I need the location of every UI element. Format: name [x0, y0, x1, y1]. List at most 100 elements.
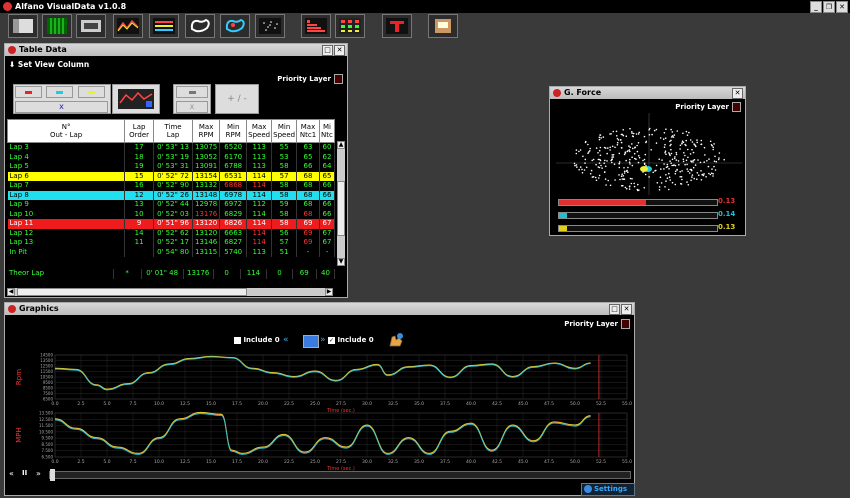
- table-view-icon[interactable]: [8, 14, 38, 38]
- plus-minus-button[interactable]: + / -: [215, 84, 259, 114]
- table-data-titlebar[interactable]: Table Data □ ✕: [5, 44, 347, 56]
- x-tick-label: 22.5: [284, 401, 294, 407]
- gforce-point: [578, 168, 580, 171]
- column-header[interactable]: Max Speed: [246, 119, 273, 143]
- close-button[interactable]: ✕: [334, 45, 345, 56]
- rewind-button[interactable]: «: [9, 469, 14, 478]
- table-row[interactable]: Lap 13 11 0' 52" 17 13146 6827 114 57 69 67: [7, 238, 336, 248]
- scroll-thumb[interactable]: [337, 181, 345, 236]
- gforce-point: [637, 189, 639, 192]
- table-row[interactable]: Lap 9 13 0' 52" 44 12978 6972 112 59 68 66: [7, 200, 336, 210]
- teleport-icon[interactable]: [382, 14, 412, 38]
- column-header[interactable]: Mi Ntc: [318, 119, 336, 143]
- column-header[interactable]: Min Speed: [271, 119, 298, 143]
- close-button[interactable]: ✕: [732, 88, 743, 99]
- matrix-icon[interactable]: [335, 14, 365, 38]
- include0-right[interactable]: ✓ Include 0: [328, 336, 374, 344]
- compare-icon[interactable]: [149, 14, 179, 38]
- maximize-button[interactable]: □: [609, 304, 620, 315]
- table-cell: 15: [124, 171, 155, 181]
- gforce-point: [631, 156, 633, 158]
- playback-thumb[interactable]: [50, 469, 55, 481]
- x-tick-label: 45.0: [518, 401, 528, 407]
- clear-gray-button[interactable]: x: [176, 101, 208, 113]
- scroll-right-icon[interactable]: ▶: [325, 288, 333, 296]
- priority-checkbox[interactable]: [732, 102, 741, 112]
- table-row[interactable]: Lap 6 15 0' 52" 72 13154 6531 114 57 68 65: [7, 171, 336, 181]
- column-header[interactable]: Lap Order: [124, 119, 155, 143]
- gray-layer-button[interactable]: [176, 86, 208, 98]
- priority-layer[interactable]: Priority Layer: [277, 74, 343, 84]
- horizontal-scrollbar[interactable]: ◀ ▶: [7, 288, 333, 296]
- table-row[interactable]: Lap 8 12 0' 52" 26 13148 6978 114 58 68 66: [7, 190, 336, 200]
- gforce-point: [683, 152, 685, 154]
- table-cell: 60: [319, 142, 336, 153]
- gforce-point: [628, 185, 631, 188]
- column-header[interactable]: Max RPM: [191, 119, 221, 143]
- yellow-layer-button[interactable]: [78, 86, 105, 98]
- priority-layer[interactable]: Priority Layer: [564, 319, 630, 329]
- chart-view-button[interactable]: [112, 84, 160, 114]
- close-button[interactable]: ✕: [836, 1, 848, 13]
- prev-arrow[interactable]: «: [283, 335, 289, 345]
- export-icon[interactable]: [428, 14, 458, 38]
- laps-icon[interactable]: [76, 14, 106, 38]
- gforce-titlebar[interactable]: G. Force ✕: [550, 87, 745, 99]
- close-button[interactable]: ✕: [621, 304, 632, 315]
- column-header[interactable]: Time Lap: [153, 119, 193, 143]
- minimize-button[interactable]: _: [810, 1, 822, 13]
- scroll-left-icon[interactable]: ◀: [7, 288, 15, 296]
- theor-lap[interactable]: Theor Lap * 0' 01" 48 13176 0 114 0 69 40: [7, 269, 336, 279]
- settings-button[interactable]: Settings: [581, 483, 635, 496]
- include0-right-checkbox[interactable]: ✓: [328, 336, 335, 344]
- gforce-point: [705, 176, 707, 178]
- red-layer-button[interactable]: [15, 86, 42, 98]
- playback-slider[interactable]: [49, 469, 631, 481]
- column-header[interactable]: Max Ntc1: [296, 119, 320, 143]
- maximize-button[interactable]: □: [322, 45, 333, 56]
- gforce-point: [708, 172, 710, 175]
- table-row[interactable]: Lap 4 18 0' 53" 19 13052 6170 113 53 65 62: [7, 152, 336, 162]
- priority-checkbox[interactable]: [621, 319, 630, 329]
- set-view-column[interactable]: ⬇ Set View Column: [9, 60, 89, 69]
- gforce-point: [664, 143, 666, 146]
- track-overlay-icon[interactable]: [220, 14, 250, 38]
- clear-layers-button[interactable]: x: [15, 101, 108, 113]
- gforce-icon[interactable]: [255, 14, 285, 38]
- gforce-point: [700, 170, 702, 172]
- pause-button[interactable]: II: [22, 469, 27, 477]
- x-tick-label: 32.5: [388, 401, 398, 407]
- table-row[interactable]: Lap 7 16 0' 52" 90 13132 6868 114 58 68 66: [7, 181, 336, 191]
- window-title: Table Data: [19, 45, 67, 54]
- scroll-down-icon[interactable]: ▼: [337, 258, 345, 266]
- graphics-titlebar[interactable]: Graphics □ ✕: [5, 303, 634, 315]
- priority-checkbox[interactable]: [334, 74, 343, 84]
- scroll-up-icon[interactable]: ▲: [337, 141, 345, 149]
- table-row[interactable]: Lap 11 9 0' 51" 96 13120 6826 114 58 69 67: [7, 219, 336, 229]
- column-header[interactable]: Min RPM: [219, 119, 248, 143]
- column-header[interactable]: N° Out - Lap: [6, 119, 126, 143]
- fast-forward-button[interactable]: »: [36, 469, 41, 478]
- graphics-icon[interactable]: [113, 14, 143, 38]
- hand-cursor-icon[interactable]: [386, 332, 406, 348]
- cyan-layer-button[interactable]: [46, 86, 73, 98]
- track-map-icon[interactable]: [185, 14, 215, 38]
- restore-button[interactable]: ❐: [823, 1, 835, 13]
- y-tick-label: 8.500: [42, 442, 54, 447]
- table-row[interactable]: Lap 3 17 0' 53" 13 13075 6520 113 55 63 60: [7, 142, 336, 153]
- next-arrow[interactable]: »: [320, 335, 326, 345]
- spreadsheet-icon[interactable]: [42, 14, 72, 38]
- vertical-scrollbar[interactable]: ▲ ▼: [337, 141, 345, 266]
- histogram-icon[interactable]: [301, 14, 331, 38]
- sync-button[interactable]: [303, 335, 319, 348]
- table-row[interactable]: Lap 10 10 0' 52" 03 13176 6829 114 58 68 66: [7, 209, 336, 219]
- include0-left-checkbox[interactable]: [234, 336, 241, 344]
- gforce-point: [611, 154, 614, 156]
- table-row[interactable]: Lap 12 14 0' 52" 62 13120 6663 114 56 69 67: [7, 228, 336, 238]
- gforce-point: [709, 173, 712, 176]
- table-row[interactable]: Lap 5 19 0' 53" 31 13091 6788 113 58 66 64: [7, 162, 336, 172]
- table-row[interactable]: In Pit 0' 54" 80 13115 5740 113 51- -: [7, 247, 336, 257]
- include0-left[interactable]: Include 0: [234, 336, 280, 344]
- hscroll-thumb[interactable]: [17, 288, 247, 296]
- priority-layer[interactable]: Priority Layer: [675, 102, 741, 112]
